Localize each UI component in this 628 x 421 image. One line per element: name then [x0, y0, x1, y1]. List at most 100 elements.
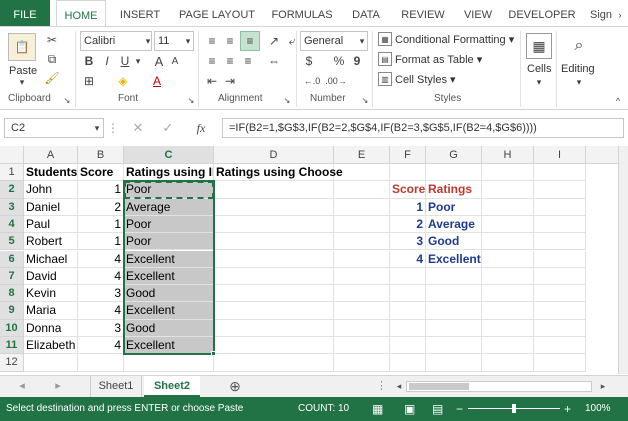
student-score[interactable]: 4 [78, 250, 124, 268]
dialog-launcher-icon[interactable]: ↘ [282, 95, 292, 105]
grid-cell[interactable] [390, 337, 426, 355]
fill-color-icon[interactable]: ◈ [116, 73, 130, 89]
grid-cell[interactable] [426, 337, 482, 355]
grid-cell[interactable] [534, 215, 586, 234]
cells-button[interactable]: Cells [527, 63, 551, 75]
grid-cell[interactable] [482, 302, 534, 320]
lookup-score[interactable]: 4 [390, 250, 426, 268]
header-ratings-if[interactable]: Ratings using IF [124, 164, 214, 182]
grid-cell[interactable] [426, 302, 482, 320]
lookup-rating[interactable]: Excellent [426, 250, 482, 268]
student-score[interactable]: 3 [78, 319, 124, 337]
formula-input[interactable]: =IF(B2=1,$G$3,IF(B2=2,$G$4,IF(B2=3,$G$5,… [222, 118, 624, 138]
column-header-i[interactable]: I [534, 146, 586, 164]
grid-cell[interactable] [482, 164, 534, 182]
cell-styles-button[interactable]: Cell Styles ▾ [395, 73, 456, 86]
grid-cell[interactable] [426, 354, 482, 372]
border-icon[interactable]: ⊞ [82, 73, 96, 89]
student-name[interactable]: David [24, 267, 78, 286]
column-header-c[interactable]: C [124, 146, 214, 164]
zoom-slider-thumb[interactable] [512, 404, 516, 413]
insert-function-icon[interactable]: fx [192, 120, 210, 136]
row-header-9[interactable]: 9 [0, 302, 24, 320]
fill-handle[interactable] [211, 351, 216, 357]
lookup-score[interactable]: 2 [390, 215, 426, 234]
grid-cell[interactable] [534, 198, 586, 216]
grid-cell[interactable] [534, 354, 586, 372]
grid-cell[interactable] [482, 181, 534, 199]
scroll-left-icon[interactable]: ◂ [392, 376, 406, 397]
tab-insert[interactable]: INSERT [112, 0, 168, 27]
grid-cell[interactable] [482, 233, 534, 251]
chevron-down-icon[interactable]: ▾ [574, 77, 584, 87]
paste-button[interactable]: Paste [9, 65, 37, 77]
grid-cell[interactable] [482, 319, 534, 337]
rating-if-cell[interactable]: Poor [124, 181, 214, 199]
column-header-h[interactable]: H [482, 146, 534, 164]
increase-indent-icon[interactable]: ⇥ [222, 73, 238, 89]
cancel-icon[interactable]: ✕ [130, 120, 146, 136]
student-name[interactable]: Paul [24, 215, 78, 234]
add-sheet-icon[interactable]: ⊕ [224, 376, 246, 397]
grid-cell[interactable] [390, 285, 426, 303]
row-header-5[interactable]: 5 [0, 233, 24, 251]
student-name[interactable]: Daniel [24, 198, 78, 216]
grid-cell[interactable] [426, 164, 482, 182]
conditional-formatting-icon[interactable]: ▦ [378, 32, 392, 46]
chevron-down-icon[interactable]: ▾ [184, 33, 192, 49]
tab-home[interactable]: HOME [56, 0, 106, 28]
grid-cell[interactable] [482, 198, 534, 216]
grid-cell[interactable] [214, 354, 334, 372]
student-score[interactable]: 3 [78, 285, 124, 303]
rating-if-cell[interactable]: Good [124, 319, 214, 337]
column-header-d[interactable]: D [214, 146, 334, 164]
chevron-down-icon[interactable]: ▾ [134, 53, 142, 69]
grid-cell[interactable] [24, 354, 78, 372]
grid-cell[interactable] [482, 250, 534, 268]
zoom-in-icon[interactable]: + [564, 397, 571, 421]
percent-icon[interactable]: % [332, 53, 346, 69]
grid-cell[interactable] [214, 302, 334, 320]
student-score[interactable]: 4 [78, 267, 124, 286]
name-box[interactable]: C2 [4, 118, 104, 138]
sign-in-link[interactable]: Sign [588, 0, 614, 27]
student-score[interactable]: 1 [78, 181, 124, 199]
zoom-out-icon[interactable]: − [456, 397, 463, 421]
row-header-4[interactable]: 4 [0, 215, 24, 234]
lookup-rating[interactable]: Good [426, 233, 482, 251]
cells-icon[interactable]: ▦ [526, 33, 552, 59]
tab-formulas[interactable]: FORMULAS [266, 0, 338, 27]
tab-file[interactable]: FILE [0, 0, 50, 27]
grid-cell[interactable] [78, 354, 124, 372]
grid-cell[interactable] [334, 337, 390, 355]
grid-cell[interactable] [334, 250, 390, 268]
student-score[interactable]: 2 [78, 198, 124, 216]
row-header-3[interactable]: 3 [0, 198, 24, 216]
align-bottom-icon[interactable]: ≡ [240, 31, 260, 51]
student-name[interactable]: Kevin [24, 285, 78, 303]
grid-cell[interactable] [334, 267, 390, 286]
grid-cell[interactable] [482, 337, 534, 355]
row-header-10[interactable]: 10 [0, 319, 24, 337]
row-header-6[interactable]: 6 [0, 250, 24, 268]
page-break-view-icon[interactable]: ▤ [432, 397, 443, 421]
grid-cell[interactable] [390, 354, 426, 372]
tab-developer[interactable]: DEVELOPER [506, 0, 578, 27]
grid-cell[interactable] [534, 285, 586, 303]
horizontal-scrollbar[interactable] [406, 381, 592, 392]
student-score[interactable]: 1 [78, 215, 124, 234]
lookup-ratings-header[interactable]: Ratings [426, 181, 482, 199]
student-name[interactable]: Donna [24, 319, 78, 337]
scroll-right-icon[interactable]: ▸ [596, 376, 610, 397]
increase-decimal-icon[interactable]: ←.0 [302, 73, 322, 89]
underline-icon[interactable]: U [118, 53, 132, 69]
sheet-tab-sheet1[interactable]: Sheet1 [90, 376, 142, 397]
grid-cell[interactable] [534, 319, 586, 337]
resize-handle-icon[interactable]: ⋮ [107, 120, 119, 136]
grid-cell[interactable] [124, 354, 214, 372]
italic-icon[interactable]: I [100, 53, 114, 69]
align-center-icon[interactable]: ≡ [222, 53, 238, 69]
align-middle-icon[interactable]: ≡ [222, 33, 238, 49]
font-color-icon[interactable]: A [150, 73, 164, 89]
merge-center-icon[interactable]: ⇔ [266, 53, 282, 69]
